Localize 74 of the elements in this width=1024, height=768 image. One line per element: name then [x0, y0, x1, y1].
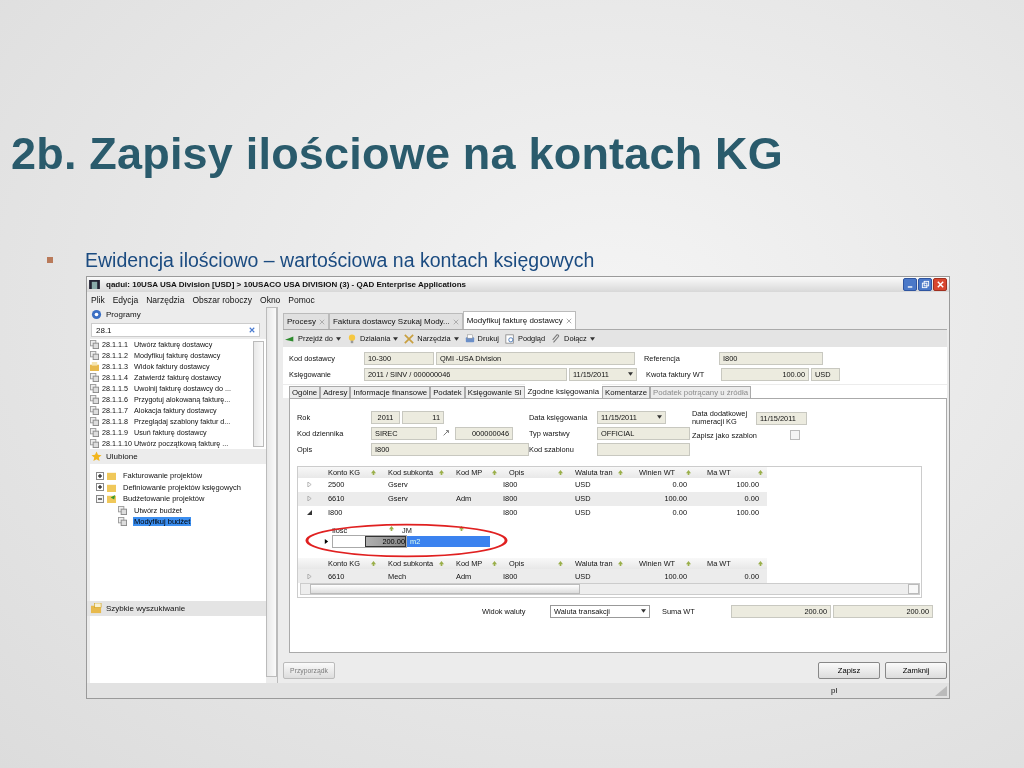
lightbulb-icon: [346, 333, 357, 344]
scrollbar[interactable]: [300, 583, 920, 596]
section-title: Szybkie wyszukiwanie: [106, 604, 186, 613]
sort-arrow-icon[interactable]: [371, 469, 376, 475]
menu-item[interactable]: Narzędzia: [146, 294, 185, 305]
folder-icon: [107, 494, 116, 504]
sort-arrow-icon[interactable]: [389, 526, 394, 532]
bullet-icon: [47, 257, 53, 263]
expand-arrow-icon[interactable]: [306, 509, 312, 515]
sort-arrow-icon[interactable]: [558, 561, 563, 567]
section-title: Programy: [106, 310, 141, 319]
menu-item[interactable]: Pomoc: [288, 294, 315, 305]
app-icon: [89, 280, 100, 289]
caret-icon: [393, 336, 399, 341]
caret-icon: [657, 415, 662, 419]
clear-icon[interactable]: [249, 327, 255, 333]
folder-icon: [90, 362, 99, 371]
sort-arrow-icon[interactable]: [758, 469, 763, 475]
paperclip-icon: [551, 333, 562, 344]
restore-icon: [920, 280, 930, 289]
sort-arrow-icon[interactable]: [459, 526, 464, 532]
menu-item[interactable]: Plik: [91, 294, 105, 305]
star-icon: [91, 451, 102, 462]
row-pointer-icon: [324, 538, 329, 544]
tab[interactable]: Modyfikuj fakturę dostawcy: [462, 311, 576, 329]
window-title: qadui: 10USA USA Division [USD] > 10USACO USA DIVISION (3) - QAD Enterprise Applications: [106, 280, 467, 289]
maximize-button[interactable]: [918, 278, 932, 291]
sort-arrow-icon[interactable]: [439, 469, 444, 475]
search-field[interactable]: 28.1: [91, 323, 260, 337]
caret-icon: [641, 609, 646, 613]
sort-arrow-icon[interactable]: [558, 469, 563, 475]
tools-icon: [404, 333, 415, 344]
sort-arrow-icon[interactable]: [371, 561, 376, 567]
link-icon[interactable]: [442, 429, 450, 437]
slide-title: 2b. Zapisy ilościowe na kontach KG: [11, 127, 784, 181]
close-icon[interactable]: [452, 318, 459, 325]
caret-icon: [335, 336, 341, 341]
text-field[interactable]: [597, 442, 690, 456]
printer-icon: [464, 333, 475, 344]
sort-arrow-icon[interactable]: [492, 469, 497, 475]
sort-arrow-icon[interactable]: [439, 561, 444, 567]
menu-item[interactable]: Edycja: [112, 294, 139, 305]
search-value: 28.1: [96, 325, 112, 335]
close-icon: [935, 280, 945, 289]
minus-icon[interactable]: [96, 494, 104, 503]
close-icon[interactable]: [565, 317, 572, 324]
sort-arrow-icon[interactable]: [618, 561, 623, 567]
sort-arrow-icon[interactable]: [492, 561, 497, 567]
menu-item[interactable]: Okno: [260, 294, 281, 305]
status-text: pl: [831, 686, 838, 695]
sort-arrow-icon[interactable]: [686, 469, 691, 475]
sort-arrow-icon[interactable]: [758, 561, 763, 567]
sort-arrow-icon[interactable]: [686, 561, 691, 567]
scrollbar[interactable]: [253, 341, 264, 447]
gear-icon: [91, 309, 102, 320]
caret-icon: [628, 372, 633, 376]
tab[interactable]: Faktura dostawcy Szukaj Mody...: [328, 313, 463, 329]
minimize-button[interactable]: [903, 278, 917, 291]
menu-item[interactable]: Obszar roboczy: [192, 294, 253, 305]
plus-icon[interactable]: [96, 471, 104, 480]
sort-arrow-icon[interactable]: [618, 469, 623, 475]
caret-icon: [453, 336, 459, 341]
section-title: Ulubione: [106, 452, 138, 461]
resize-grip-icon: [935, 685, 947, 696]
checkbox[interactable]: [790, 430, 800, 440]
bullet-text: Ewidencja ilościowo – wartościowa na kontach księgowych: [85, 248, 595, 272]
folder-icon: [91, 603, 102, 614]
scrollbar[interactable]: [266, 307, 277, 677]
plus-icon[interactable]: [96, 483, 104, 492]
caret-icon: [589, 336, 595, 341]
preview-icon: [504, 333, 515, 344]
tab[interactable]: Procesy: [283, 313, 329, 329]
close-icon[interactable]: [318, 318, 325, 325]
close-button[interactable]: [933, 278, 947, 291]
